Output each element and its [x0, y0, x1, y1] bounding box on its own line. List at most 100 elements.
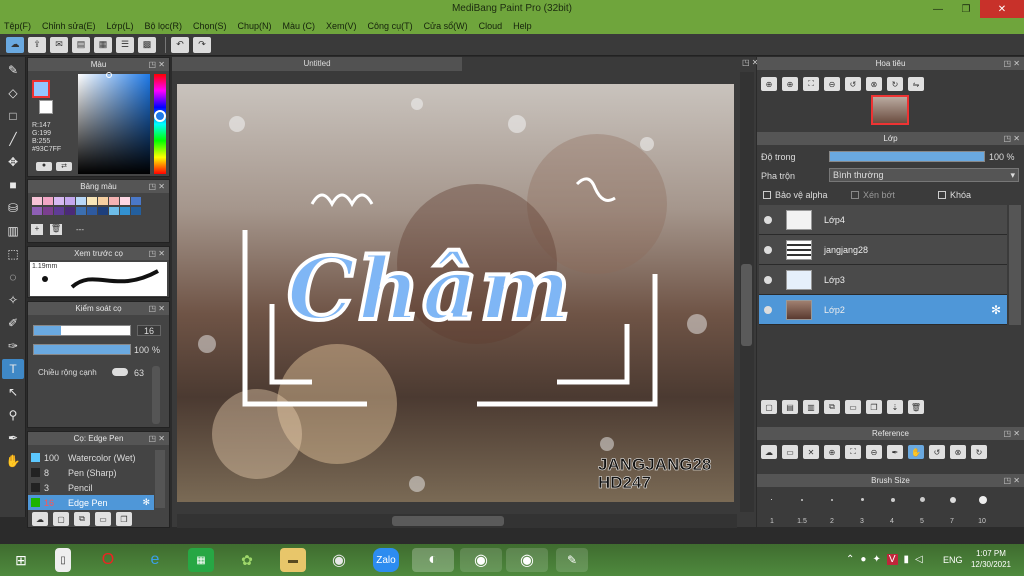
layer-row-selected[interactable]: Lớp2 ✻: [759, 295, 1007, 325]
fit-window-icon[interactable]: ⛶: [803, 77, 819, 91]
brush-size-preset[interactable]: 3: [847, 487, 877, 527]
cloud-icon[interactable]: ☁: [6, 36, 24, 53]
panel-controls-icon[interactable]: ◳ ✕: [149, 247, 165, 260]
magic-wand-icon[interactable]: ✧: [2, 290, 24, 310]
grid-icon[interactable]: ▩: [138, 36, 156, 53]
delete-color-icon[interactable]: 🗑: [50, 224, 62, 235]
close-icon[interactable]: ✕: [803, 445, 819, 459]
palette-name[interactable]: ---: [76, 225, 84, 234]
eye-icon[interactable]: [764, 275, 772, 284]
restore-button[interactable]: ❐: [952, 0, 980, 18]
layer-row[interactable]: Lớp3: [759, 265, 1007, 295]
brush-opacity-value[interactable]: 100: [134, 345, 149, 355]
panel-controls-icon[interactable]: ◳ ✕: [1004, 427, 1020, 440]
hand-tool-icon[interactable]: ✋: [2, 451, 24, 471]
protect-alpha-checkbox[interactable]: [763, 191, 771, 199]
chrome-icon[interactable]: ◉: [326, 548, 352, 572]
palette-swatches[interactable]: [31, 196, 151, 216]
system-tray[interactable]: ⌃ ● ✦ V ▮ ◁: [846, 554, 923, 565]
tray-app-icon[interactable]: ✦: [872, 554, 880, 565]
cloud-brush-icon[interactable]: ☁: [32, 512, 48, 526]
layer-opacity-value[interactable]: 100 %: [989, 152, 1015, 162]
brush-list-item[interactable]: 8 Pen (Sharp): [28, 465, 154, 480]
panel-controls-icon[interactable]: ◳ ✕: [1004, 132, 1020, 145]
hue-slider[interactable]: [154, 74, 166, 174]
eye-icon[interactable]: [764, 215, 772, 224]
folder-icon[interactable]: ▭: [845, 400, 861, 414]
brush-size-slider[interactable]: [33, 325, 131, 336]
comment-icon[interactable]: ✉: [50, 36, 68, 53]
windows-start-icon[interactable]: ⊞: [8, 548, 34, 572]
tray-arrow-icon[interactable]: ⌃: [846, 554, 854, 565]
tray-v-icon[interactable]: V: [886, 554, 898, 565]
app-window-icon[interactable]: ✎: [556, 548, 588, 572]
menu-help[interactable]: Help: [513, 21, 532, 31]
brush-size-preset[interactable]: 7: [937, 487, 967, 527]
select-eraser-icon[interactable]: ✑: [2, 336, 24, 356]
rect-tool-icon[interactable]: □: [2, 106, 24, 126]
zoom-in-alt-icon[interactable]: ⊕: [782, 77, 798, 91]
dropper-tool-icon[interactable]: ⚲: [2, 405, 24, 425]
copy-brush-icon[interactable]: ⧉: [74, 512, 90, 526]
brush-size-preset[interactable]: 2: [817, 487, 847, 527]
volume-icon[interactable]: ◁: [915, 554, 923, 565]
delete-layer-icon[interactable]: 🗑: [908, 400, 924, 414]
navigator-thumbnail[interactable]: [871, 95, 909, 125]
clipping-checkbox[interactable]: [851, 191, 859, 199]
open-folder-icon[interactable]: ▭: [782, 445, 798, 459]
brush-opacity-slider[interactable]: [33, 344, 131, 355]
hue-slider-handle[interactable]: [154, 110, 166, 122]
edge-width-toggle[interactable]: [112, 368, 128, 376]
lasso-tool-icon[interactable]: ◌: [2, 267, 24, 287]
close-button[interactable]: ✕: [980, 0, 1024, 18]
document-icon[interactable]: ▯: [55, 548, 71, 572]
brush-list-scrollbar[interactable]: [155, 450, 165, 508]
tray-app-icon[interactable]: ●: [860, 554, 866, 565]
new-halftone-layer-icon[interactable]: ▤: [782, 400, 798, 414]
rotate-left-icon[interactable]: ↺: [929, 445, 945, 459]
chrome-window-icon[interactable]: ◉: [460, 548, 502, 572]
zoom-out-icon[interactable]: ⊖: [866, 445, 882, 459]
store-icon[interactable]: ▦: [188, 548, 214, 572]
app-icon[interactable]: ✿: [234, 548, 260, 572]
line-tool-icon[interactable]: ╱: [2, 129, 24, 149]
brush-size-preset[interactable]: 1: [757, 487, 787, 527]
layer-row[interactable]: jangjang28: [759, 235, 1007, 265]
tab-untitled[interactable]: Untitled: [172, 57, 462, 71]
zoom-in-icon[interactable]: ⊕: [824, 445, 840, 459]
panel-controls-icon[interactable]: ◳ ✕: [1004, 57, 1020, 70]
clipping-option[interactable]: Xén bớt: [851, 190, 895, 200]
panel-controls-icon[interactable]: ◳ ✕: [1004, 474, 1020, 487]
list-icon[interactable]: ☰: [116, 36, 134, 53]
brush-size-preset[interactable]: 4: [877, 487, 907, 527]
lock-option[interactable]: Khóa: [938, 190, 971, 200]
brush-size-value[interactable]: 16: [137, 325, 161, 336]
edge-width-value[interactable]: 63: [134, 368, 144, 378]
add-color-icon[interactable]: +: [31, 224, 43, 235]
language-indicator[interactable]: ENG: [943, 555, 963, 565]
reset-rotate-icon[interactable]: ⊗: [866, 77, 882, 91]
medibang-taskbar-icon[interactable]: ◐: [412, 548, 454, 572]
primary-color-swatch[interactable]: [32, 80, 50, 98]
merge-layer-icon[interactable]: ⇣: [887, 400, 903, 414]
brush-tool-icon[interactable]: ✎: [2, 60, 24, 80]
menu-select[interactable]: Chọn(S): [193, 21, 227, 31]
minimize-button[interactable]: —: [924, 0, 952, 18]
eye-icon[interactable]: [764, 305, 772, 314]
brush-settings-icon[interactable]: ✻: [142, 497, 150, 508]
brush-control-scrollbar[interactable]: [152, 366, 160, 424]
operation-tool-icon[interactable]: ↖: [2, 382, 24, 402]
edge-browser-icon[interactable]: e: [142, 548, 168, 572]
brush-size-preset[interactable]: 10: [967, 487, 997, 527]
layer-row[interactable]: Lớp4: [759, 205, 1007, 235]
flip-icon[interactable]: ⇋: [908, 77, 924, 91]
menu-edit[interactable]: Chỉnh sửa(E): [42, 21, 96, 31]
menu-tools[interactable]: Công cụ(T): [368, 21, 413, 31]
fit-window-icon[interactable]: ⛶: [845, 445, 861, 459]
menu-window[interactable]: Cửa sổ(W): [424, 21, 468, 31]
menu-layer[interactable]: Lớp(L): [107, 21, 134, 31]
panel-controls-icon[interactable]: ◳ ✕: [149, 58, 165, 71]
gradient-tool-icon[interactable]: ▥: [2, 221, 24, 241]
cloud-icon[interactable]: ☁: [761, 445, 777, 459]
brush-list-item[interactable]: 100 Watercolor (Wet): [28, 450, 154, 465]
